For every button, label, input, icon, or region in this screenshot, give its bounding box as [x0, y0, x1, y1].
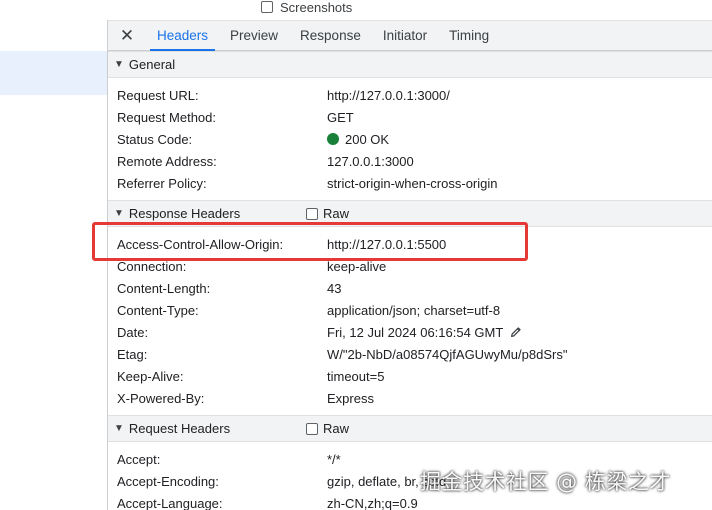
collapse-triangle-icon: ▼: [114, 59, 124, 70]
collapse-triangle-icon: ▼: [114, 208, 124, 219]
status-dot-icon: [327, 133, 339, 145]
general-row: Request URL: http://127.0.0.1:3000/: [108, 84, 712, 106]
collapse-triangle-icon: ▼: [114, 423, 124, 434]
response-header-row: Connection: keep-alive: [108, 255, 712, 277]
close-icon[interactable]: ✕: [108, 21, 146, 50]
header-key: X-Powered-By:: [117, 390, 205, 406]
date-text: Fri, 12 Jul 2024 06:16:54 GMT: [327, 324, 504, 340]
header-value[interactable]: strict-origin-when-cross-origin: [327, 176, 498, 191]
header-key: Content-Length:: [117, 280, 211, 296]
response-header-row: Etag: W/"2b-NbD/a08574QjfAGUwyMu/p8dSrs": [108, 343, 712, 365]
headers-panel: ▼ General Request URL: http://127.0.0.1:…: [108, 51, 712, 510]
tab-headers[interactable]: Headers: [146, 21, 219, 51]
header-value[interactable]: Express: [327, 391, 374, 406]
details-tabbar: ✕ Headers Preview Response Initiator Tim…: [108, 20, 712, 51]
selected-request-row[interactable]: [0, 51, 107, 95]
general-row: Remote Address: 127.0.0.1:3000: [108, 150, 712, 172]
header-value[interactable]: zh-CN,zh;q=0.9: [327, 496, 418, 510]
general-title: General: [128, 57, 176, 72]
header-value[interactable]: 127.0.0.1:3000: [327, 154, 414, 169]
tab-preview[interactable]: Preview: [219, 21, 289, 50]
screenshots-label: Screenshots: [280, 0, 353, 15]
header-key: Status Code:: [117, 131, 193, 147]
pencil-icon[interactable]: [509, 325, 523, 339]
screenshots-option[interactable]: Screenshots: [261, 0, 353, 15]
header-key: Request URL:: [117, 87, 199, 103]
header-key: Referrer Policy:: [117, 175, 207, 191]
watermark-text: 掘金技术社区 @ 栋梁之才: [420, 470, 671, 494]
general-row: Referrer Policy: strict-origin-when-cros…: [108, 172, 712, 194]
request-headers-section-header[interactable]: ▼ Request Headers Raw: [108, 415, 712, 442]
response-header-row: Content-Type: application/json; charset=…: [108, 299, 712, 321]
header-value[interactable]: http://127.0.0.1:3000/: [327, 88, 450, 103]
header-key: Remote Address:: [117, 153, 217, 169]
response-header-row: Access-Control-Allow-Origin: http://127.…: [108, 233, 712, 255]
general-row: Request Method: GET: [108, 106, 712, 128]
response-header-rows: Access-Control-Allow-Origin: http://127.…: [108, 227, 712, 415]
header-key: Connection:: [117, 258, 187, 274]
header-key: Date:: [117, 324, 149, 340]
response-header-row: Keep-Alive: timeout=5: [108, 365, 712, 387]
response-header-row: Content-Length: 43: [108, 277, 712, 299]
header-value[interactable]: */*: [327, 452, 341, 467]
request-list-pane: [0, 20, 108, 510]
raw-label: Raw: [323, 421, 350, 436]
header-value[interactable]: 43: [327, 281, 341, 296]
response-headers-title: Response Headers: [128, 206, 241, 221]
header-key: Etag:: [117, 346, 148, 362]
header-key: Content-Type:: [117, 302, 199, 318]
raw-toggle[interactable]: Raw: [306, 206, 349, 221]
general-rows: Request URL: http://127.0.0.1:3000/ Requ…: [108, 78, 712, 200]
header-key: Accept-Language:: [117, 495, 223, 510]
raw-checkbox[interactable]: [306, 422, 318, 435]
raw-checkbox[interactable]: [306, 207, 318, 220]
tab-initiator[interactable]: Initiator: [372, 21, 438, 50]
date-value[interactable]: Fri, 12 Jul 2024 06:16:54 GMT: [327, 325, 523, 340]
tab-response[interactable]: Response: [289, 21, 372, 50]
screenshots-checkbox[interactable]: [261, 1, 273, 13]
status-value[interactable]: 200 OK: [327, 132, 389, 147]
response-header-row: X-Powered-By: Express: [108, 387, 712, 409]
top-toolbar: Screenshots: [0, 0, 712, 20]
header-value[interactable]: application/json; charset=utf-8: [327, 303, 500, 318]
response-headers-section-header[interactable]: ▼ Response Headers Raw: [108, 200, 712, 227]
header-value[interactable]: GET: [327, 110, 354, 125]
request-headers-title: Request Headers: [128, 421, 231, 436]
raw-toggle[interactable]: Raw: [306, 421, 349, 436]
header-key: Accept-Encoding:: [117, 473, 219, 489]
general-section-header[interactable]: ▼ General: [108, 51, 712, 78]
status-text: 200 OK: [345, 131, 390, 147]
tab-timing[interactable]: Timing: [438, 21, 500, 50]
header-value[interactable]: keep-alive: [327, 259, 386, 274]
general-row: Status Code: 200 OK: [108, 128, 712, 150]
header-value[interactable]: http://127.0.0.1:5500: [327, 237, 446, 252]
header-value[interactable]: timeout=5: [327, 369, 384, 384]
header-key: Keep-Alive:: [117, 368, 184, 384]
raw-label: Raw: [323, 206, 350, 221]
header-key: Accept:: [117, 451, 161, 467]
header-key: Request Method:: [117, 109, 217, 125]
header-key: Access-Control-Allow-Origin:: [117, 236, 284, 252]
response-header-row: Date: Fri, 12 Jul 2024 06:16:54 GMT: [108, 321, 712, 343]
header-value[interactable]: W/"2b-NbD/a08574QjfAGUwyMu/p8dSrs": [327, 347, 567, 362]
